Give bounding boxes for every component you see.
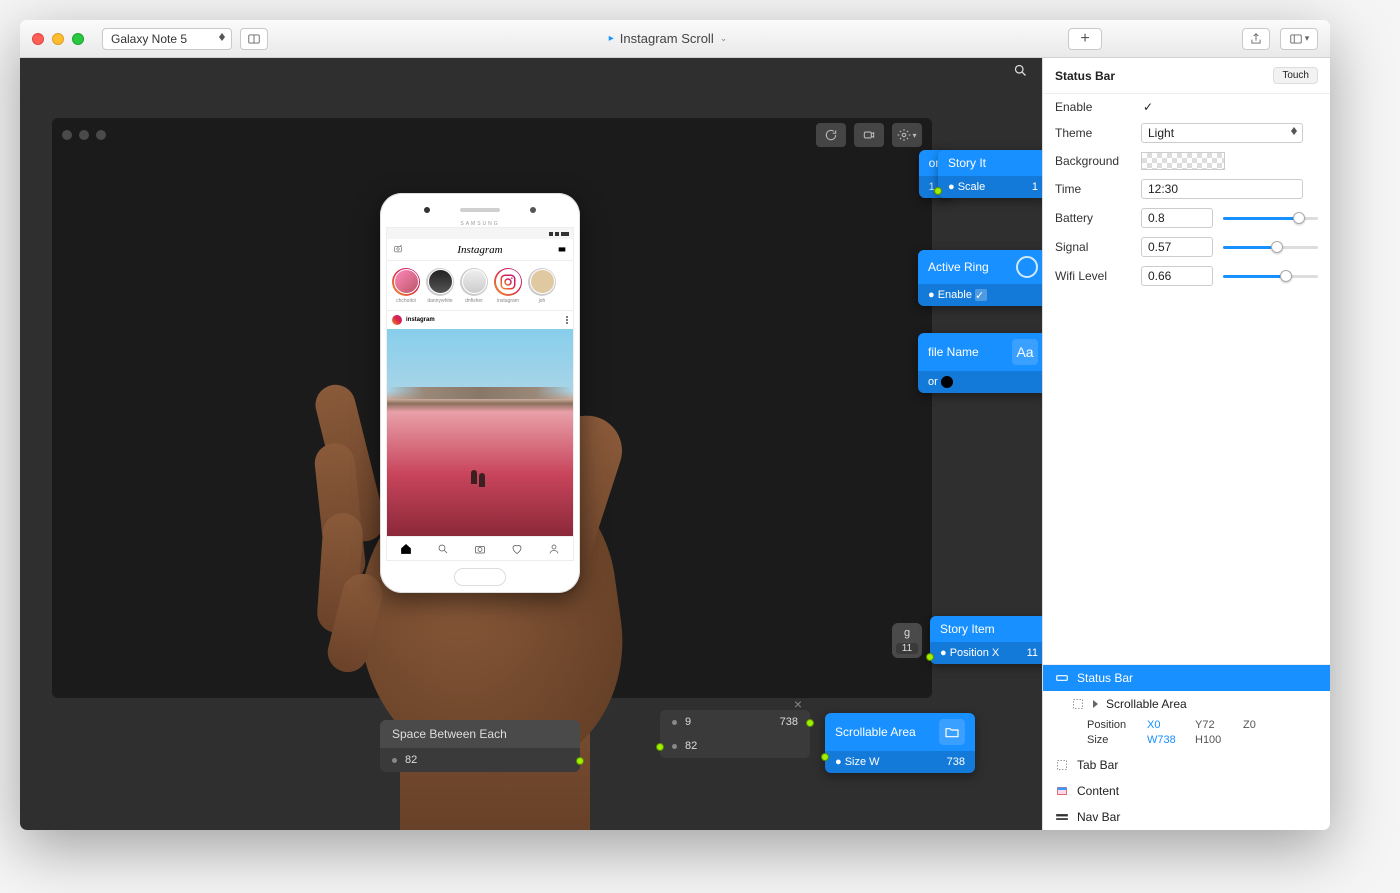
home-button xyxy=(454,568,506,586)
signal-slider[interactable] xyxy=(1223,237,1318,257)
image-icon xyxy=(1055,784,1069,798)
layer-status-bar[interactable]: Status Bar xyxy=(1043,665,1330,691)
device-select[interactable]: Galaxy Note 5 xyxy=(102,28,232,50)
scrollable-area-node[interactable]: Scrollable Area ● Size W738 xyxy=(825,713,975,773)
profile-tab-icon xyxy=(536,537,573,560)
text-icon: Aa xyxy=(1012,339,1038,365)
canvas[interactable]: ▾ SAMSUNG I xyxy=(20,58,1042,830)
battery-input[interactable]: 0.8 xyxy=(1141,208,1213,228)
touch-button[interactable]: Touch xyxy=(1273,67,1318,84)
instagram-navbar: Instagram xyxy=(387,239,573,261)
record-button[interactable] xyxy=(854,123,884,147)
panels-toggle-button[interactable]: ▾ xyxy=(1280,28,1318,50)
search-strip xyxy=(1013,58,1042,88)
settings-button[interactable]: ▾ xyxy=(892,123,922,147)
prop-wifi: Wifi Level 0.66 xyxy=(1055,266,1318,286)
signal-input[interactable]: 0.57 xyxy=(1141,237,1213,257)
layout-split-button[interactable] xyxy=(240,28,268,50)
layer-nav-bar[interactable]: Nav Bar xyxy=(1043,804,1330,830)
active-ring-node[interactable]: Active Ring ● Enable ✓ xyxy=(918,250,1042,306)
phone-preview: SAMSUNG Instagram chchoitoi dannywhite d… xyxy=(300,193,660,763)
chevron-down-icon: ⌄ xyxy=(720,33,728,44)
background-swatch[interactable] xyxy=(1141,152,1225,170)
add-photo-icon xyxy=(393,244,403,256)
folder-icon xyxy=(939,719,965,745)
document-icon: ▸ xyxy=(609,33,614,44)
space-between-node[interactable]: Space Between Each 82 xyxy=(380,720,580,772)
instagram-logo: Instagram xyxy=(457,244,502,256)
titlebar: Galaxy Note 5 ▸ Instagram Scroll ⌄ + ▾ xyxy=(20,20,1330,58)
app-window: Galaxy Note 5 ▸ Instagram Scroll ⌄ + ▾ xyxy=(20,20,1330,830)
inbox-icon xyxy=(557,244,567,256)
prop-enable: Enable ✓ xyxy=(1055,100,1318,114)
prop-signal: Signal 0.57 xyxy=(1055,237,1318,257)
phone-frame: SAMSUNG Instagram chchoitoi dannywhite d… xyxy=(380,193,580,593)
prop-battery: Battery 0.8 xyxy=(1055,208,1318,228)
tag-node[interactable]: g 11 xyxy=(892,623,922,658)
window-title[interactable]: ▸ Instagram Scroll ⌄ xyxy=(276,31,1060,46)
prop-background: Background xyxy=(1055,152,1318,170)
theme-select[interactable]: Light xyxy=(1141,123,1303,143)
group-icon xyxy=(1071,697,1085,711)
instagram-tabbar xyxy=(387,536,573,560)
wifi-slider[interactable] xyxy=(1223,266,1318,286)
story-item-node-bottom[interactable]: Story Item ● Position X11 xyxy=(930,616,1042,664)
camera-tab-icon xyxy=(461,537,498,560)
layer-scrollable-area[interactable]: Scrollable Area xyxy=(1043,691,1330,717)
ring-icon xyxy=(1016,256,1038,278)
phone-screen: Instagram chchoitoi dannywhite dnfisher … xyxy=(386,227,574,561)
prop-time: Time 12:30 xyxy=(1055,179,1318,199)
share-button[interactable] xyxy=(1242,28,1270,50)
close-window-button[interactable] xyxy=(32,33,44,45)
search-icon[interactable] xyxy=(1013,63,1028,83)
prop-theme: Theme Light xyxy=(1055,123,1318,143)
enable-checkbox[interactable]: ✓ xyxy=(1141,100,1155,114)
refresh-button[interactable] xyxy=(816,123,846,147)
more-icon xyxy=(566,316,568,324)
layers-panel: Status Bar Scrollable Area Position X0 Y… xyxy=(1043,664,1330,830)
search-tab-icon xyxy=(424,537,461,560)
battery-slider[interactable] xyxy=(1223,208,1318,228)
bounds-icon xyxy=(1055,758,1069,772)
layer-scrollable-details: Position X0 Y72 Z0 Size W738 H100 xyxy=(1043,717,1330,752)
minimize-window-button[interactable] xyxy=(52,33,64,45)
time-input[interactable]: 12:30 xyxy=(1141,179,1303,199)
zoom-window-button[interactable] xyxy=(72,33,84,45)
statusbar-icon xyxy=(1055,671,1069,685)
home-tab-icon xyxy=(387,537,424,560)
layer-tab-bar[interactable]: Tab Bar xyxy=(1043,752,1330,778)
post-image xyxy=(387,329,573,536)
profile-name-node[interactable]: file NameAa or xyxy=(918,333,1042,393)
wifi-input[interactable]: 0.66 xyxy=(1141,266,1213,286)
close-icon[interactable]: × xyxy=(794,696,802,712)
disclosure-icon[interactable] xyxy=(1093,700,1098,708)
device-select-label: Galaxy Note 5 xyxy=(111,32,187,46)
inspector-section-title: Status Bar xyxy=(1055,69,1115,83)
traffic-lights xyxy=(32,33,84,45)
post-header: instagram xyxy=(387,311,573,329)
preview-traffic-lights xyxy=(62,130,106,140)
inspector-panel: Status Bar Touch Enable ✓ Theme Light Ba… xyxy=(1042,58,1330,830)
stories-tray: chchoitoi dannywhite dnfisher instagram … xyxy=(387,261,573,311)
navbar-icon xyxy=(1055,810,1069,824)
activity-tab-icon xyxy=(499,537,536,560)
story-item-node-top[interactable]: Story It ● Scale1 xyxy=(938,150,1042,198)
add-button[interactable]: + xyxy=(1068,28,1102,50)
layer-content[interactable]: Content xyxy=(1043,778,1330,804)
multiply-node[interactable]: × 9738 82 xyxy=(660,710,810,758)
